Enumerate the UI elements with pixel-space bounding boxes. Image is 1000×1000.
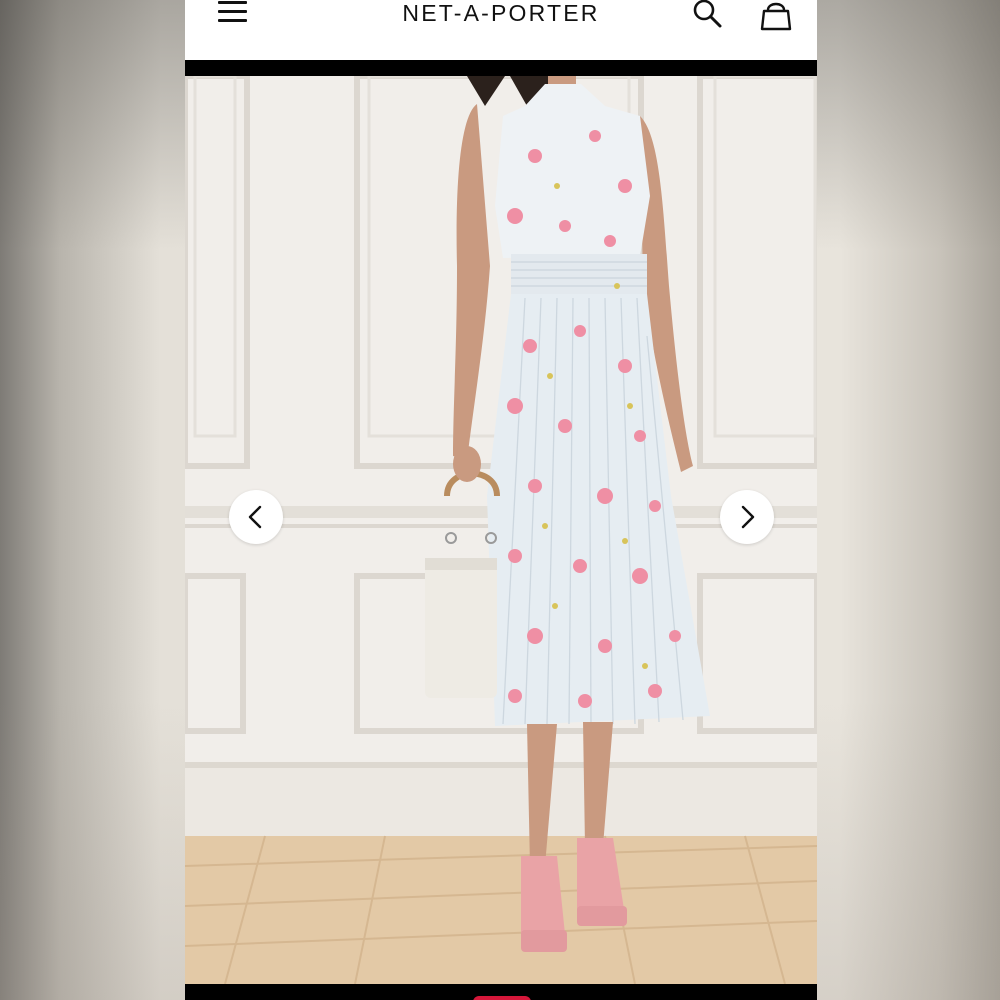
next-image-button[interactable] (720, 490, 774, 544)
shopping-bag-icon[interactable] (759, 0, 793, 32)
site-header: NET-A-PORTER (185, 0, 817, 60)
active-page-indicator (473, 996, 531, 1000)
product-photo (185, 76, 817, 984)
chevron-left-icon (248, 505, 262, 529)
product-image-gallery[interactable] (185, 76, 817, 984)
search-icon[interactable] (693, 0, 723, 30)
header-divider (185, 60, 817, 76)
previous-image-button[interactable] (229, 490, 283, 544)
phone-screen: NET-A-PORTER (185, 0, 817, 1000)
chevron-right-icon (741, 505, 755, 529)
